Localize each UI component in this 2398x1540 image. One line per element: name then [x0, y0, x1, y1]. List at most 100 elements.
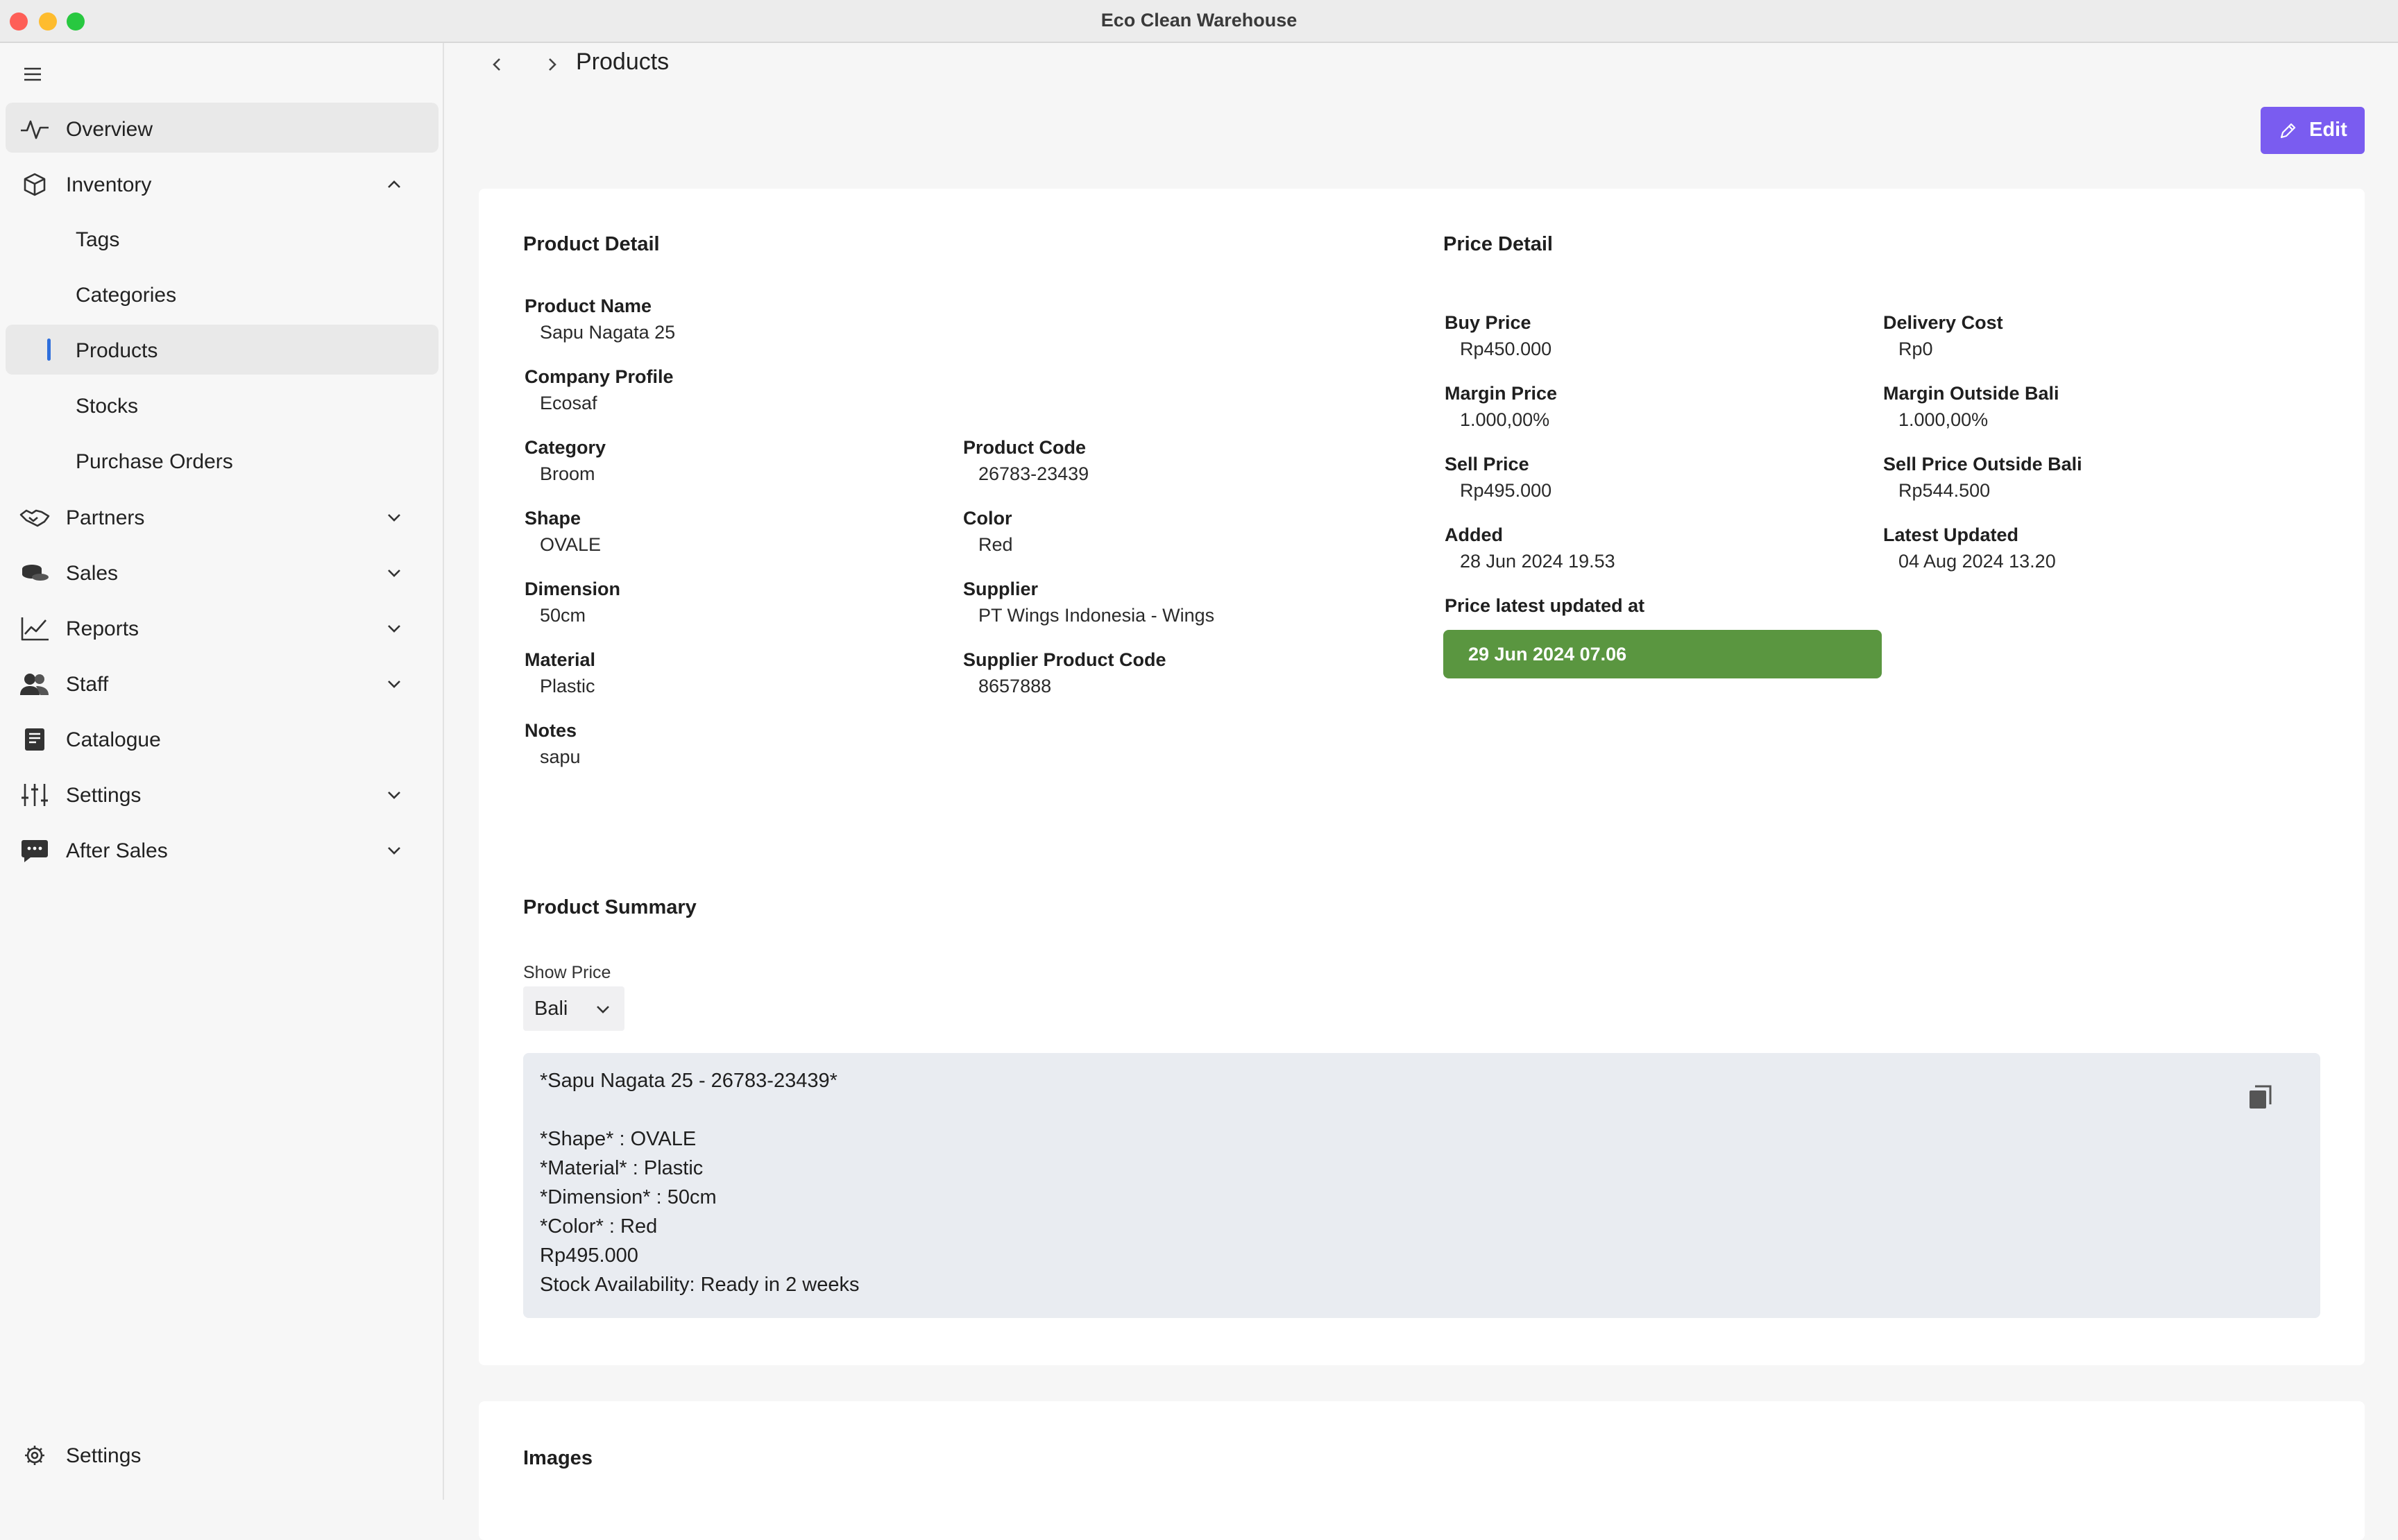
summary-line: Rp495.000: [540, 1244, 638, 1267]
sidebar-item-reports[interactable]: Reports: [6, 602, 439, 652]
back-arrow-icon[interactable]: [487, 53, 508, 76]
sidebar-item-label: Reports: [66, 617, 139, 640]
sidebar-item-staff[interactable]: Staff: [6, 658, 439, 708]
sidebar-item-inventory[interactable]: Inventory: [6, 158, 439, 208]
chart-line-icon: [21, 617, 49, 641]
coins-icon: [22, 565, 49, 581]
margin-price-value: 1.000,00%: [1460, 409, 1550, 430]
sidebar-subitem-label: Products: [76, 339, 158, 362]
sell-price-outside-label: Sell Price Outside Bali: [1883, 454, 2082, 474]
sidebar-item-label: After Sales: [66, 839, 168, 862]
box-icon: [24, 173, 46, 196]
latest-updated-value: 04 Aug 2024 13.20: [1898, 551, 2056, 572]
sell-price-outside-value: Rp544.500: [1898, 480, 1991, 501]
sidebar-item-settings[interactable]: Settings: [6, 769, 439, 819]
sidebar-subitem-categories[interactable]: Categories: [6, 269, 439, 319]
added-label: Added: [1445, 524, 1503, 545]
price-updated-badge: 29 Jun 2024 07.06: [1443, 630, 1882, 678]
sidebar-item-sales[interactable]: Sales: [6, 547, 439, 597]
sidebar-item-partners[interactable]: Partners: [6, 491, 439, 541]
dimension-value: 50cm: [540, 605, 586, 626]
summary-line: *Color* : Red: [540, 1215, 658, 1238]
sidebar-item-label: Settings: [66, 1444, 142, 1467]
sidebar-subitem-purchase-orders[interactable]: Purchase Orders: [6, 436, 439, 486]
sidebar: Overview Inventory Tags Categories Produ…: [0, 43, 444, 1500]
dimension-label: Dimension: [525, 579, 621, 599]
product-name-value: Sapu Nagata 25: [540, 322, 676, 343]
notes-value: sapu: [540, 746, 581, 767]
margin-outside-value: 1.000,00%: [1898, 409, 1989, 430]
edit-button[interactable]: Edit: [2261, 107, 2365, 154]
sidebar-item-catalogue[interactable]: Catalogue: [6, 713, 439, 763]
buy-price-label: Buy Price: [1445, 312, 1531, 333]
product-code-value: 26783-23439: [978, 463, 1089, 484]
chevron-down-icon[interactable]: [384, 508, 404, 527]
shape-value: OVALE: [540, 534, 602, 555]
summary-line: Stock Availability: Ready in 2 weeks: [540, 1274, 860, 1296]
sidebar-item-label: Overview: [66, 118, 153, 141]
edit-button-label: Edit: [2309, 119, 2347, 141]
forward-arrow-icon[interactable]: [541, 53, 562, 76]
detail-card: Product Detail Product Name Sapu Nagata …: [479, 189, 2365, 862]
summary-line: *Material* : Plastic: [540, 1157, 704, 1179]
active-indicator: [47, 339, 51, 361]
sidebar-subitem-tags[interactable]: Tags: [6, 214, 439, 264]
activity-icon: [21, 120, 49, 139]
supplier-product-code-value: 8657888: [978, 676, 1052, 696]
summary-line: *Dimension* : 50cm: [540, 1186, 717, 1208]
shape-label: Shape: [525, 508, 581, 529]
window-title: Eco Clean Warehouse: [1100, 10, 1298, 31]
supplier-value: PT Wings Indonesia - Wings: [978, 605, 1215, 626]
material-label: Material: [525, 649, 596, 670]
sidebar-subitem-products[interactable]: Products: [6, 325, 439, 375]
color-value: Red: [978, 534, 1013, 555]
page-title: Products: [576, 49, 670, 75]
margin-outside-label: Margin Outside Bali: [1883, 383, 2059, 404]
sliders-icon: [22, 784, 48, 806]
chevron-up-icon[interactable]: [384, 175, 404, 194]
sidebar-item-label: Settings: [66, 784, 142, 807]
handshake-icon: [19, 509, 50, 527]
sell-price-value: Rp495.000: [1460, 480, 1552, 501]
book-icon: [25, 728, 44, 751]
price-updated-label: Price latest updated at: [1445, 595, 1645, 616]
category-value: Broom: [540, 463, 595, 484]
copy-icon[interactable]: [2247, 1084, 2274, 1111]
delivery-cost-label: Delivery Cost: [1883, 312, 2003, 333]
sidebar-item-label: Sales: [66, 562, 119, 585]
chevron-down-icon[interactable]: [384, 563, 404, 583]
images-title: Images: [523, 1447, 593, 1469]
margin-price-label: Margin Price: [1445, 383, 1558, 404]
main-content: Products Edit Product Detail Product Nam…: [445, 43, 2398, 1540]
show-price-select[interactable]: Bali: [523, 986, 624, 1031]
chat-icon: [22, 840, 48, 862]
color-label: Color: [963, 508, 1012, 529]
chevron-down-icon[interactable]: [384, 619, 404, 638]
sidebar-item-label: Catalogue: [66, 728, 161, 751]
sidebar-subitem-label: Categories: [76, 284, 177, 307]
added-value: 28 Jun 2024 19.53: [1460, 551, 1615, 572]
sidebar-item-label: Inventory: [66, 173, 152, 196]
sidebar-subitem-stocks[interactable]: Stocks: [6, 380, 439, 430]
chevron-down-icon[interactable]: [384, 785, 404, 805]
sidebar-subitem-label: Stocks: [76, 395, 139, 418]
price-updated-value: 29 Jun 2024 07.06: [1468, 644, 1627, 665]
product-summary-title: Product Summary: [523, 896, 697, 918]
sidebar-bottom-settings[interactable]: Settings: [6, 1429, 439, 1479]
sell-price-label: Sell Price: [1445, 454, 1529, 474]
chevron-down-icon[interactable]: [384, 674, 404, 694]
supplier-label: Supplier: [963, 579, 1039, 599]
summary-card: Product Summary Show Price Bali *Sapu Na…: [479, 852, 2365, 1365]
title-bar: Eco Clean Warehouse: [0, 0, 2398, 43]
material-value: Plastic: [540, 676, 595, 696]
sidebar-item-after-sales[interactable]: After Sales: [6, 824, 439, 874]
images-card: Images: [479, 1401, 2365, 1540]
delivery-cost-value: Rp0: [1898, 339, 1933, 359]
hamburger-menu-icon[interactable]: [22, 64, 43, 85]
sidebar-subitem-label: Tags: [76, 228, 120, 251]
chevron-down-icon: [597, 1006, 609, 1013]
buy-price-value: Rp450.000: [1460, 339, 1552, 359]
sidebar-item-overview[interactable]: Overview: [6, 103, 439, 153]
summary-line: *Shape* : OVALE: [540, 1128, 697, 1150]
chevron-down-icon[interactable]: [384, 841, 404, 860]
